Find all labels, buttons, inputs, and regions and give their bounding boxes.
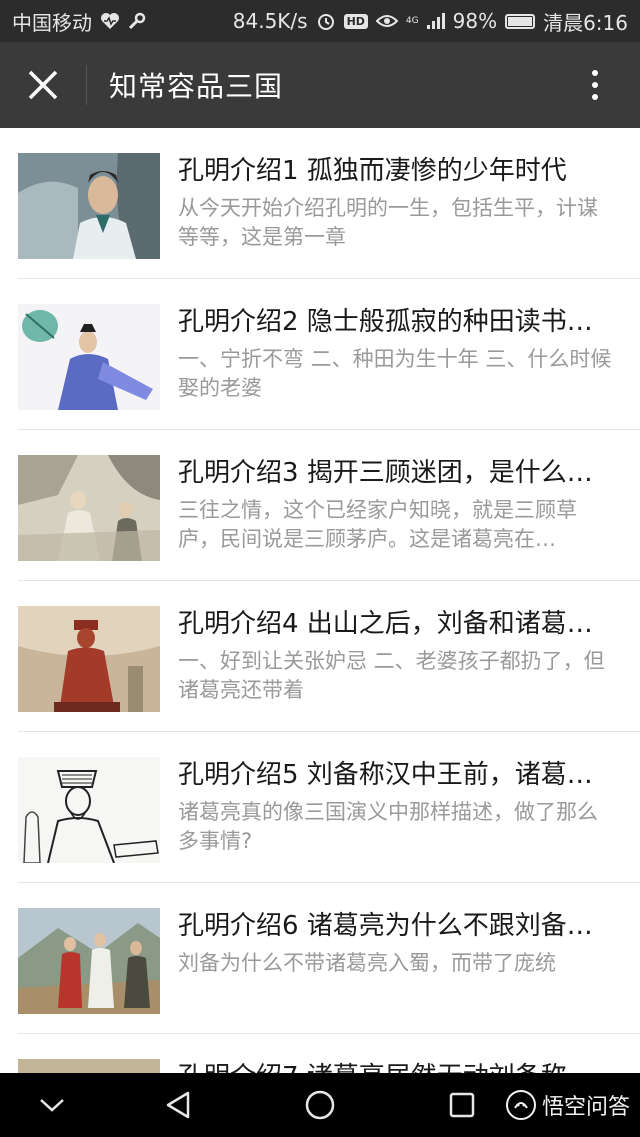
close-button[interactable]	[0, 42, 86, 128]
clock-time: 清晨6:16	[543, 10, 628, 35]
list-item[interactable]: 孔明介绍3 揭开三顾迷团，是什么… 三往之情，这个已经家户知晓，就是三顾草庐，民…	[18, 430, 640, 581]
article-thumbnail	[18, 304, 160, 410]
list-item[interactable]: 孔明介绍2 隐士般孤寂的种田读书… 一、宁折不弯 二、种田为生十年 三、什么时候…	[18, 279, 640, 430]
battery-icon	[505, 13, 536, 29]
wrench-icon	[128, 12, 146, 30]
article-description: 三往之情，这个已经家户知晓，就是三顾草庐，民间说是三顾茅庐。这是诸葛亮在…	[178, 498, 577, 551]
article-description: 刘备为什么不带诸葛亮入蜀，而带了庞统	[178, 951, 556, 975]
battery-fill	[508, 16, 532, 26]
home-button[interactable]	[290, 1073, 350, 1137]
battery-percent: 98%	[452, 9, 498, 33]
article-title: 孔明介绍2 隐士般孤寂的种田读书…	[178, 307, 593, 337]
article-thumbnail	[18, 153, 160, 259]
watermark-label: 悟空问答	[541, 1095, 630, 1120]
more-menu-button[interactable]	[550, 42, 640, 128]
network-type: 4G	[405, 15, 419, 26]
navigation-bar: 悟空问答	[0, 1073, 640, 1137]
recent-apps-button[interactable]	[432, 1073, 492, 1137]
status-right: 84.5K/s HD 4G 98% 清晨6:16	[233, 7, 628, 36]
hide-nav-button[interactable]	[22, 1073, 82, 1137]
status-left: 中国移动	[12, 7, 146, 36]
list-item[interactable]: 孔明介绍6 诸葛亮为什么不跟刘备… 刘备为什么不带诸葛亮入蜀，而带了庞统	[18, 883, 640, 1034]
article-description: 从今天开始介绍孔明的一生，包括生平，计谋等等，这是第一章	[178, 196, 598, 249]
eye-icon	[375, 13, 398, 29]
signal-4g-icon: 4G	[405, 15, 419, 26]
article-title: 孔明介绍7 诸葛亮居然无动刘备称…	[178, 1060, 618, 1073]
alarm-clock-icon	[316, 11, 336, 31]
article-description: 一、宁折不弯 二、种田为生十年 三、什么时候娶的老婆	[178, 347, 612, 400]
article-thumbnail	[18, 1059, 160, 1073]
more-dots-icon	[592, 70, 598, 76]
title-bar: 知常容品三国	[0, 42, 640, 128]
article-title: 孔明介绍1 孤独而凄惨的少年时代	[178, 156, 567, 186]
close-icon	[28, 70, 58, 100]
page-title: 知常容品三国	[109, 70, 284, 103]
title-divider	[86, 65, 87, 105]
list-item[interactable]: 孔明介绍7 诸葛亮居然无动刘备称…	[18, 1034, 640, 1073]
article-thumbnail	[18, 455, 160, 561]
article-list: 孔明介绍1 孤独而凄惨的少年时代 从今天开始介绍孔明的一生，包括生平，计谋等等，…	[0, 128, 640, 1073]
chevron-down-icon	[40, 1099, 64, 1112]
article-title: 孔明介绍5 刘备称汉中王前，诸葛…	[178, 760, 593, 790]
carrier-label: 中国移动	[12, 10, 92, 35]
article-thumbnail	[18, 757, 160, 863]
back-button[interactable]	[148, 1073, 208, 1137]
heart-monitor-icon	[100, 12, 120, 30]
network-speed: 84.5K/s	[232, 9, 308, 33]
back-triangle-icon	[166, 1091, 190, 1119]
article-title: 孔明介绍3 揭开三顾迷团，是什么…	[178, 458, 593, 488]
list-item[interactable]: 孔明介绍5 刘备称汉中王前，诸葛… 诸葛亮真的像三国演义中那样描述，做了那么多事…	[18, 732, 640, 883]
article-title: 孔明介绍6 诸葛亮为什么不跟刘备…	[178, 911, 593, 941]
home-circle-icon	[305, 1090, 335, 1120]
wukong-logo-icon	[505, 1090, 536, 1120]
list-item[interactable]: 孔明介绍1 孤独而凄惨的少年时代 从今天开始介绍孔明的一生，包括生平，计谋等等，…	[18, 128, 640, 279]
article-title: 孔明介绍4 出山之后，刘备和诸葛…	[178, 609, 593, 639]
recent-apps-square-icon	[449, 1092, 475, 1118]
article-thumbnail	[18, 606, 160, 712]
hd-badge-icon: HD	[343, 13, 368, 29]
wukong-watermark: 悟空问答	[505, 1089, 630, 1121]
article-description: 一、好到让关张妒忌 二、老婆孩子都扔了，但诸葛亮还带着	[178, 649, 605, 702]
list-item[interactable]: 孔明介绍4 出山之后，刘备和诸葛… 一、好到让关张妒忌 二、老婆孩子都扔了，但诸…	[18, 581, 640, 732]
signal-bars-icon	[426, 13, 445, 29]
status-bar: 中国移动 84.5K/s HD 4G 98% 清晨6:16	[0, 0, 640, 42]
article-description: 诸葛亮真的像三国演义中那样描述，做了那么多事情?	[178, 800, 598, 853]
article-thumbnail	[18, 908, 160, 1014]
